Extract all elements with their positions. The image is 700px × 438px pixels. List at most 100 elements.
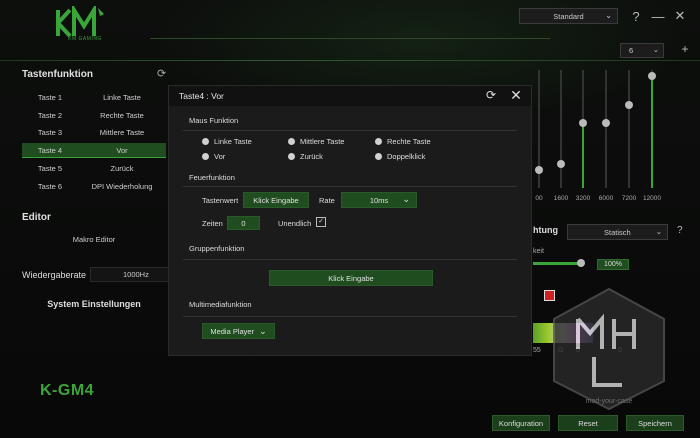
tastenwert-input-button[interactable]: Klick Eingabe — [243, 192, 309, 208]
radio-dot-icon — [288, 138, 295, 145]
key-function: Linke Taste — [103, 92, 141, 102]
dpi-slider-knob[interactable] — [535, 166, 543, 174]
key-row-5[interactable]: Taste 5 Zurück — [22, 161, 166, 175]
radio-label: Rechte Taste — [387, 137, 431, 146]
close-window-button[interactable]: ✕ — [672, 8, 688, 24]
dpi-slider-track[interactable] — [628, 70, 630, 188]
editor-title: Editor — [22, 212, 51, 223]
key-name: Taste 4 — [37, 145, 63, 155]
key-name: Taste 1 — [37, 92, 63, 102]
help-button[interactable]: ? — [628, 8, 644, 24]
dpi-slider-knob[interactable] — [579, 119, 587, 127]
multimedia-select[interactable]: Media Player ⌄ — [202, 323, 275, 339]
speed-label: keit — [533, 248, 544, 255]
chevron-down-icon: ⌄ — [259, 325, 267, 336]
radio-rechte-taste[interactable]: Rechte Taste — [375, 137, 431, 146]
divider — [183, 186, 517, 187]
rate-label: Rate — [319, 196, 335, 205]
product-name: K-GM4 — [40, 382, 95, 399]
chevron-down-icon: ⌄ — [605, 11, 612, 20]
dialog-close-icon[interactable]: ✕ — [509, 87, 523, 103]
system-settings-title[interactable]: System Einstellungen — [22, 299, 166, 309]
key-row-2[interactable]: Taste 2 Rechte Taste — [22, 108, 166, 122]
radio-label: Zurück — [300, 152, 323, 161]
key-name: Taste 2 — [37, 110, 63, 120]
gruppen-input-button[interactable]: Klick Eingabe — [269, 270, 433, 286]
dpi-slider-fill — [651, 76, 653, 188]
lighting-title: htung — [533, 225, 558, 235]
zeiten-input[interactable]: 0 — [227, 216, 260, 230]
dpi-slider-track[interactable] — [605, 70, 607, 188]
rate-select[interactable]: 10ms ⌄ — [341, 192, 417, 208]
dialog-title: Taste4 : Vor — [179, 91, 224, 101]
radio-vor[interactable]: Vor — [202, 152, 225, 161]
radio-mittlere-taste[interactable]: Mittlere Taste — [288, 137, 344, 146]
rgb-r-label: 55 — [533, 347, 541, 354]
add-dpi-icon[interactable]: + — [677, 41, 693, 57]
tastenwert-label: Tastenwert — [202, 196, 239, 205]
header-decoration — [150, 38, 550, 61]
dpi-level-select[interactable]: 6 ⌄ — [620, 43, 664, 58]
divider — [183, 130, 517, 131]
wiedergaberate-value: 1000Hz — [123, 270, 149, 279]
dpi-slider-knob[interactable] — [625, 101, 633, 109]
refresh-icon[interactable]: ⟳ — [157, 67, 169, 80]
chevron-down-icon: ⌄ — [402, 194, 410, 204]
svg-text:mod-your-case: mod-your-case — [586, 398, 633, 405]
key-function: Vor — [116, 145, 128, 155]
radio-label: Doppelklick — [387, 152, 426, 161]
multimedia-value: Media Player — [210, 326, 255, 336]
dpi-slider-knob[interactable] — [648, 72, 656, 80]
dpi-slider-knob[interactable] — [557, 160, 565, 168]
chevron-down-icon: ⌄ — [652, 45, 659, 54]
radio-label: Vor — [214, 152, 226, 161]
zeiten-label: Zeiten — [202, 219, 223, 228]
radio-label: Linke Taste — [214, 137, 252, 146]
speed-slider-knob[interactable] — [577, 259, 585, 267]
key-function: Zurück — [110, 163, 134, 173]
radio-dot-icon — [288, 153, 295, 160]
dpi-slider-track[interactable] — [560, 70, 562, 188]
save-button[interactable]: Speichern — [626, 415, 684, 431]
profile-select-value: Standard — [553, 11, 584, 21]
radio-zurueck[interactable]: Zurück — [288, 152, 323, 161]
radio-label: Mittlere Taste — [300, 137, 345, 146]
lighting-mode-select[interactable]: Statisch ⌄ — [567, 224, 668, 240]
dpi-level-value: 6 — [629, 46, 634, 55]
key-name: Taste 5 — [37, 163, 63, 173]
unendlich-label: Unendlich — [278, 219, 312, 228]
chevron-down-icon: ⌄ — [655, 227, 662, 236]
radio-dot-icon — [375, 153, 382, 160]
profile-select[interactable]: Standard ⌄ — [519, 8, 618, 24]
dpi-value-label: 12000 — [642, 195, 662, 202]
gruppenfunktion-title: Gruppenfunktion — [189, 244, 245, 253]
dialog-refresh-icon[interactable]: ⟳ — [486, 88, 500, 102]
radio-linke-taste[interactable]: Linke Taste — [202, 137, 252, 146]
wiedergaberate-select[interactable]: 1000Hz — [90, 267, 170, 282]
watermark-logo: mod-your-case — [553, 287, 665, 411]
wiedergaberate-label: Wiedergaberate — [22, 270, 87, 280]
radio-dot-icon — [375, 138, 382, 145]
divider — [183, 316, 517, 317]
key-function: Mittlere Taste — [99, 127, 145, 137]
logo-text: KM GAMING — [68, 36, 102, 42]
maus-funktion-title: Maus Funktion — [189, 116, 239, 125]
key-function: Rechte Taste — [100, 110, 144, 120]
key-assignment-dialog: Taste4 : Vor ⟳ ✕ Maus Funktion Linke Tas… — [168, 85, 532, 356]
minimize-button[interactable]: — — [650, 8, 666, 24]
key-row-1[interactable]: Taste 1 Linke Taste — [22, 90, 166, 104]
reset-button[interactable]: Reset — [558, 415, 618, 431]
dpi-slider-knob[interactable] — [602, 119, 610, 127]
key-name: Taste 6 — [37, 181, 63, 191]
key-row-4[interactable]: Taste 4 Vor — [22, 143, 166, 158]
divider — [183, 259, 517, 260]
speed-slider-track[interactable] — [533, 262, 581, 265]
radio-doppelklick[interactable]: Doppelklick — [375, 152, 425, 161]
unendlich-checkbox[interactable]: ✓ — [316, 217, 326, 227]
makro-editor-link[interactable]: Makro Editor — [22, 235, 166, 244]
lighting-help-icon[interactable]: ? — [677, 225, 691, 239]
key-row-3[interactable]: Taste 3 Mittlere Taste — [22, 125, 166, 139]
configuration-button[interactable]: Konfiguration — [492, 415, 550, 431]
key-row-6[interactable]: Taste 6 DPI Wiederholung — [22, 179, 166, 193]
speed-value: 100% — [597, 259, 629, 270]
